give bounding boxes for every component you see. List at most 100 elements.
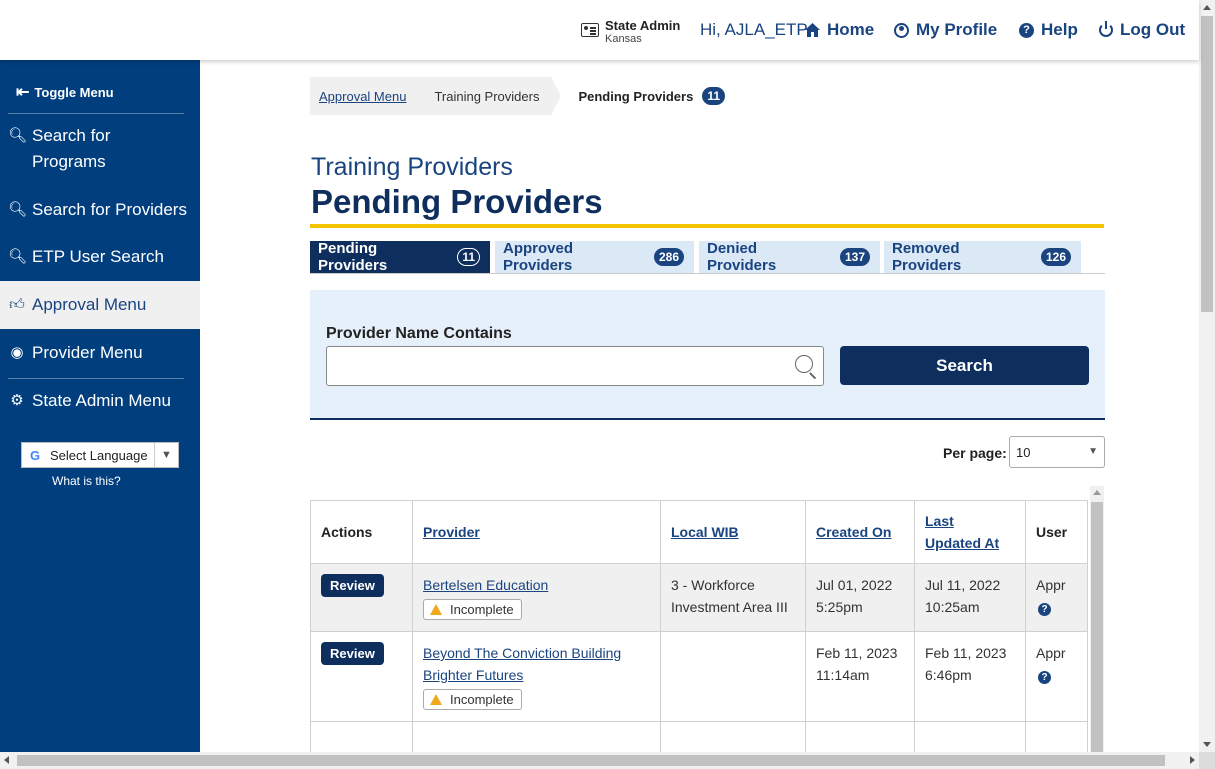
status-badge: Incomplete	[423, 689, 522, 710]
review-button[interactable]: Review	[321, 642, 384, 665]
per-page-select[interactable]: 10 ▼	[1009, 436, 1105, 468]
home-label: Home	[827, 20, 875, 39]
scrollbar-thumb[interactable]	[1201, 16, 1213, 312]
breadcrumb: Approval Menu Training Providers Pending…	[310, 77, 726, 115]
actions-cell: Review	[310, 563, 413, 632]
tab-denied-providers[interactable]: Denied Providers 137	[699, 240, 880, 274]
scrollbar-thumb[interactable]	[17, 755, 1165, 766]
tab-label: Removed Providers	[892, 240, 962, 274]
sidebar-item-state-admin-menu[interactable]: ⚙ State Admin Menu	[0, 388, 200, 414]
scroll-down-arrow-icon[interactable]	[1203, 742, 1211, 747]
table-header-row: Actions Provider Local WIB Created On La…	[310, 500, 1088, 564]
sidebar-item-label: State Admin Menu	[32, 391, 171, 410]
local-wib-cell	[660, 631, 806, 722]
logout-label: Log Out	[1120, 20, 1186, 39]
review-button[interactable]: Review	[321, 574, 384, 597]
search-icon	[795, 355, 813, 373]
header-user: User	[1025, 500, 1088, 564]
breadcrumb-training-providers: Training Providers	[418, 77, 552, 115]
sidebar-divider	[8, 378, 184, 379]
my-profile-link[interactable]: My Profile	[894, 20, 997, 40]
help-icon[interactable]: ?	[1038, 603, 1051, 616]
warning-icon	[430, 694, 442, 705]
search-button[interactable]: Search	[840, 346, 1089, 385]
page-vertical-scrollbar[interactable]	[1199, 0, 1215, 752]
sort-local-wib-link[interactable]: Local WIB	[671, 524, 739, 540]
id-card-icon	[581, 23, 599, 37]
title-underline	[310, 224, 1104, 228]
table-row: Review Bertelsen Education Incomplete 3 …	[310, 563, 1088, 632]
search-programs-icon: 🔍︎	[8, 127, 28, 144]
logout-link[interactable]: Log Out	[1099, 20, 1185, 40]
toggle-menu-label: Toggle Menu	[34, 84, 114, 100]
search-panel: Provider Name Contains Search	[310, 290, 1105, 420]
sort-created-on-link[interactable]: Created On	[816, 524, 891, 540]
sidebar-item-label: Provider Menu	[32, 343, 143, 362]
provider-name-input[interactable]	[327, 347, 823, 385]
provider-name-field	[326, 346, 824, 386]
breadcrumb-link[interactable]: Approval Menu	[319, 89, 406, 104]
scroll-up-arrow-icon[interactable]	[1093, 490, 1101, 495]
header-local-wib[interactable]: Local WIB	[660, 500, 806, 564]
sidebar-item-etp-user-search[interactable]: 🔍︎ ETP User Search	[0, 244, 200, 270]
tab-removed-providers[interactable]: Removed Providers 126	[884, 240, 1081, 274]
dropdown-arrow-icon: ▼	[154, 443, 178, 467]
language-select[interactable]: G Select Language ▼	[21, 442, 179, 468]
actions-cell: Review	[310, 631, 413, 722]
breadcrumb-approval-menu[interactable]: Approval Menu	[310, 77, 419, 115]
home-link[interactable]: Home	[805, 20, 874, 40]
tab-label: Approved Providers	[503, 240, 574, 274]
user-circle-icon	[894, 22, 909, 38]
sidebar-item-search-programs[interactable]: 🔍︎ Search for Programs	[0, 123, 200, 175]
breadcrumb-separator	[551, 77, 562, 115]
help-label: Help	[1041, 20, 1078, 39]
per-page-label: Per page:	[943, 445, 1007, 461]
help-icon[interactable]: ?	[1038, 671, 1051, 684]
tab-pending-providers[interactable]: Pending Providers 11	[310, 240, 490, 274]
sidebar-item-provider-menu[interactable]: ◉ Provider Menu	[0, 340, 200, 366]
user-search-icon: 🔍︎	[8, 248, 28, 265]
header-provider[interactable]: Provider	[412, 500, 661, 564]
sort-last-updated-link[interactable]: Last Updated At	[925, 513, 999, 551]
gear-icon: ⚙	[10, 392, 24, 409]
providers-table-container: Actions Provider Local WIB Created On La…	[310, 500, 1088, 752]
per-page-value: 10	[1016, 444, 1031, 460]
providers-table: Actions Provider Local WIB Created On La…	[310, 500, 1088, 752]
tab-approved-providers[interactable]: Approved Providers 286	[495, 240, 694, 274]
power-icon	[1099, 21, 1113, 37]
google-icon: G	[29, 447, 41, 463]
toggle-menu-button[interactable]: ⇤ Toggle Menu	[16, 82, 114, 102]
language-label: Select Language	[50, 447, 148, 463]
provider-link[interactable]: Bertelsen Education	[423, 577, 548, 593]
help-link[interactable]: ? Help	[1019, 20, 1078, 40]
provider-cell: Bertelsen Education Incomplete	[412, 563, 661, 632]
what-is-this-link[interactable]: What is this?	[52, 474, 121, 488]
page-subtitle: Training Providers	[311, 153, 513, 181]
role-indicator: State Admin Kansas	[581, 18, 680, 45]
created-on-cell: Feb 11, 2023 11:14am	[805, 631, 915, 722]
scroll-up-arrow-icon[interactable]	[1203, 5, 1211, 10]
provider-link[interactable]: Beyond The Conviction Building Brighter …	[423, 645, 621, 683]
thumbs-up-icon: 👍︎	[9, 296, 25, 313]
header-created-on[interactable]: Created On	[805, 500, 915, 564]
table-scrollbar[interactable]	[1090, 486, 1104, 752]
sort-provider-link[interactable]: Provider	[423, 524, 480, 540]
user-cell: Appr ?	[1025, 631, 1088, 722]
top-header: State Admin Kansas Hi, AJLA_ETP Home My …	[0, 0, 1199, 60]
page-title: Pending Providers	[311, 183, 603, 220]
count-badge: 137	[839, 248, 870, 266]
header-last-updated[interactable]: Last Updated At	[914, 500, 1026, 564]
sidebar-item-label: Search for Programs	[32, 126, 111, 171]
scroll-left-arrow-icon[interactable]	[4, 756, 9, 764]
sidebar-item-search-providers[interactable]: 🔍︎ Search for Providers	[0, 197, 200, 223]
sidebar-item-approval-menu[interactable]: 👍︎ Approval Menu	[0, 281, 200, 329]
user-greeting: Hi, AJLA_ETP	[700, 20, 808, 39]
role-title: State Admin	[605, 18, 681, 33]
scroll-right-arrow-icon[interactable]	[1190, 756, 1195, 764]
last-updated-cell: Feb 11, 2023 6:46pm	[914, 631, 1026, 722]
scrollbar-thumb[interactable]	[1091, 502, 1103, 752]
header-actions: Actions	[310, 500, 413, 564]
status-label: Incomplete	[450, 601, 514, 617]
provider-icon: ◉	[10, 344, 24, 361]
page-horizontal-scrollbar[interactable]	[0, 752, 1199, 769]
